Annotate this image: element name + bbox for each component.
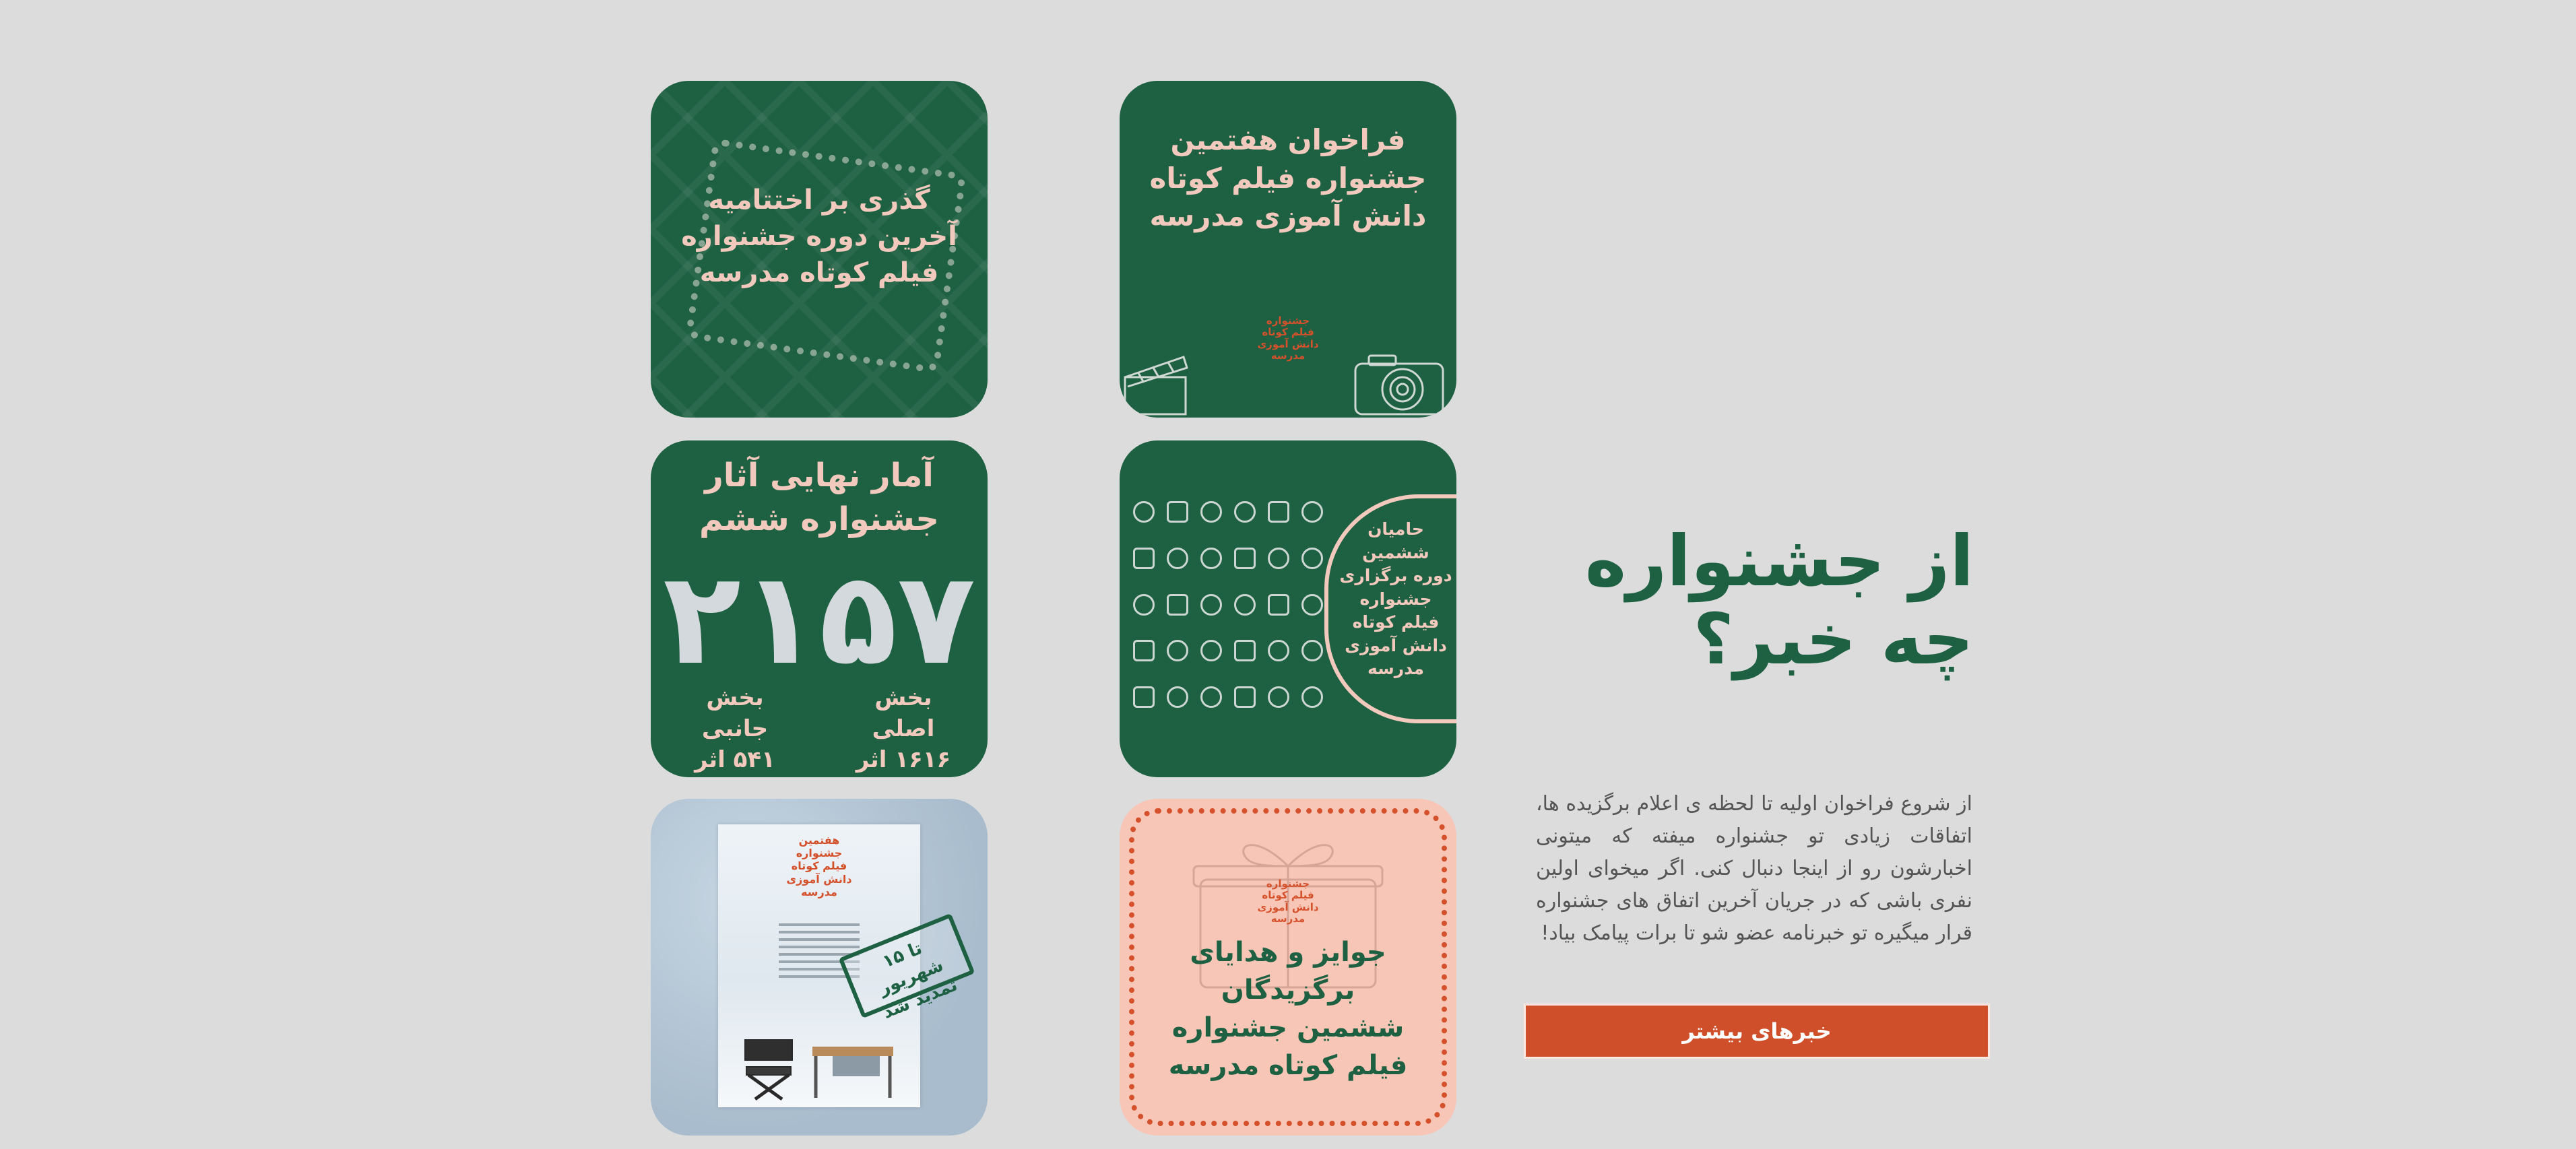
logo-line: جشنواره (1266, 315, 1310, 327)
tile-title: جوایز و هدایای برگزیدگان ششمین جشنواره ف… (1120, 933, 1456, 1084)
sponsor-logo-icon (1301, 547, 1323, 569)
sponsor-logo-icon (1200, 640, 1222, 662)
logo-line: جشنواره (1266, 878, 1310, 890)
sponsor-logo-icon (1200, 593, 1222, 616)
tile-title-line: جشنواره فیلم کوتاه (1149, 161, 1427, 195)
sponsor-logo-icon (1234, 640, 1256, 662)
sponsor-logo-icon (1133, 547, 1155, 569)
sponsor-logo-icon (1234, 547, 1256, 569)
sponsor-logo-icon (1133, 501, 1155, 523)
sponsor-logo-icon (1167, 593, 1188, 616)
sponsor-logo-icon (1200, 501, 1222, 523)
sponsor-logo-icon (1301, 593, 1323, 616)
tile-title-line: دوره برگزاری (1339, 566, 1452, 585)
tile-title: فراخوان هفتمین جشنواره فیلم کوتاه دانش آ… (1120, 121, 1456, 236)
poster-title-line: مدرسه (801, 885, 837, 898)
tile-title: گذری بر اختتامیه آخرین دوره جشنواره فیلم… (651, 182, 988, 291)
sponsor-logo-icon (1133, 593, 1155, 616)
tile-title: حامیان ششمین دوره برگزاری جشنواره فیلم ک… (1335, 518, 1456, 681)
heading-line: از جشنواره (1584, 520, 1974, 602)
sponsor-logo-icon (1200, 547, 1222, 569)
clapperboard-icon (1124, 356, 1188, 416)
tile-title-line: جشنواره (1359, 589, 1432, 609)
sponsor-logo-icon (1268, 593, 1289, 616)
logo-line: مدرسه (1270, 912, 1306, 925)
sponsor-logos (1133, 501, 1328, 723)
tile-title-line: فراخوان هفتمین (1170, 123, 1406, 156)
stat-label: بخش جانبی (701, 684, 769, 742)
sponsor-logo-icon (1133, 686, 1155, 709)
logo-line: دانش آموزی (1257, 337, 1319, 350)
poster-title-line: هفتمین (798, 834, 840, 847)
sponsor-logo-icon (1167, 501, 1188, 523)
camera-icon (1354, 354, 1444, 416)
sponsor-logo-icon (1301, 640, 1323, 662)
sponsor-logo-icon (1268, 686, 1289, 709)
tile-title-line: مدرسه (1367, 659, 1425, 678)
tile-title-line: دانش آموزی (1345, 635, 1447, 655)
sponsor-logo-icon (1133, 640, 1155, 662)
stat-label: بخش اصلی (872, 684, 935, 742)
sponsor-logo-icon (1268, 640, 1289, 662)
sponsor-logo-icon (1301, 501, 1323, 523)
tile-title-line: گذری بر اختتامیه (708, 185, 930, 216)
sponsor-logo-icon (1234, 501, 1256, 523)
total-works-number: ۲۱۵۷ (663, 544, 975, 693)
director-chair-and-desk-icon (744, 1039, 893, 1101)
poster-title-line: فیلم کوتاه (791, 859, 847, 873)
logo-line: دانش آموزی (1257, 900, 1319, 913)
tile-title-line: دانش آموزی مدرسه (1149, 199, 1427, 233)
logo-line: فیلم کوتاه (1262, 889, 1314, 902)
tile-title-line: فیلم کوتاه مدرسه (1168, 1050, 1408, 1081)
tile-title-line: جوایز و هدایای (1190, 937, 1386, 968)
poster-title-line: جشنواره (796, 847, 843, 860)
stat-value: ۵۴۱ اثر (695, 746, 775, 773)
news-tile-deadline-extended[interactable]: هفتمین جشنواره فیلم کوتاه دانش آموزی مدر… (651, 799, 988, 1136)
tile-title: آمار نهایی آثار جشنواره ششم (651, 454, 988, 541)
sponsor-logo-icon (1200, 686, 1222, 709)
tile-title-line: فیلم کوتاه مدرسه (699, 257, 939, 288)
sponsor-logo-icon (1268, 501, 1289, 523)
tile-title-line: فیلم کوتاه (1352, 612, 1440, 632)
tile-title-line: آخرین دوره جشنواره (681, 221, 957, 252)
logo-line: فیلم کوتاه (1262, 326, 1314, 339)
tile-title-line: ششمین (1362, 542, 1429, 562)
news-tile-sponsors[interactable]: حامیان ششمین دوره برگزاری جشنواره فیلم ک… (1120, 440, 1456, 777)
section-heading: از جشنواره چه خبر؟ (1549, 522, 1974, 679)
sponsor-logo-icon (1167, 547, 1188, 569)
sponsor-logo-icon (1234, 686, 1256, 709)
tile-title-line: جشنواره ششم (699, 500, 939, 538)
poster-title: هفتمین جشنواره فیلم کوتاه دانش آموزی مدر… (718, 834, 920, 898)
section-description: از شروع فراخوان اولیه تا لحظه ی اعلام بر… (1536, 792, 1972, 945)
main-section-stat: بخش اصلی ۱۶۱۶ اثر (846, 683, 961, 776)
stat-value: ۱۶۱۶ اثر (856, 746, 951, 773)
more-news-button[interactable]: خبرهای بیشتر (1524, 1004, 1990, 1059)
side-section-stat: بخش جانبی ۵۴۱ اثر (678, 683, 792, 776)
sponsor-logo-icon (1167, 686, 1188, 709)
tile-title-line: آمار نهایی آثار (705, 457, 934, 494)
poster-title-line: دانش آموزی (786, 872, 852, 886)
tile-title-line: برگزیدگان (1221, 975, 1355, 1006)
tile-title-line: حامیان (1367, 519, 1424, 539)
news-tile-final-stats[interactable]: آمار نهایی آثار جشنواره ششم ۲۱۵۷ بخش جان… (651, 440, 988, 777)
sponsor-logo-icon (1234, 593, 1256, 616)
tile-title-line: ششمین جشنواره (1171, 1012, 1405, 1043)
festival-logo: جشنواره فیلم کوتاه دانش آموزی مدرسه (1248, 315, 1328, 383)
sponsor-logo-icon (1268, 547, 1289, 569)
news-tile-call-for-entries[interactable]: فراخوان هفتمین جشنواره فیلم کوتاه دانش آ… (1120, 81, 1456, 418)
news-tile-closing-ceremony[interactable]: گذری بر اختتامیه آخرین دوره جشنواره فیلم… (651, 81, 988, 418)
heading-line: چه خبر؟ (1693, 598, 1974, 681)
sponsor-logo-icon (1167, 640, 1188, 662)
news-tile-awards[interactable]: جشنواره فیلم کوتاه دانش آموزی مدرسه جوای… (1120, 799, 1456, 1136)
logo-line: مدرسه (1270, 349, 1306, 362)
sponsor-logo-icon (1301, 686, 1323, 709)
